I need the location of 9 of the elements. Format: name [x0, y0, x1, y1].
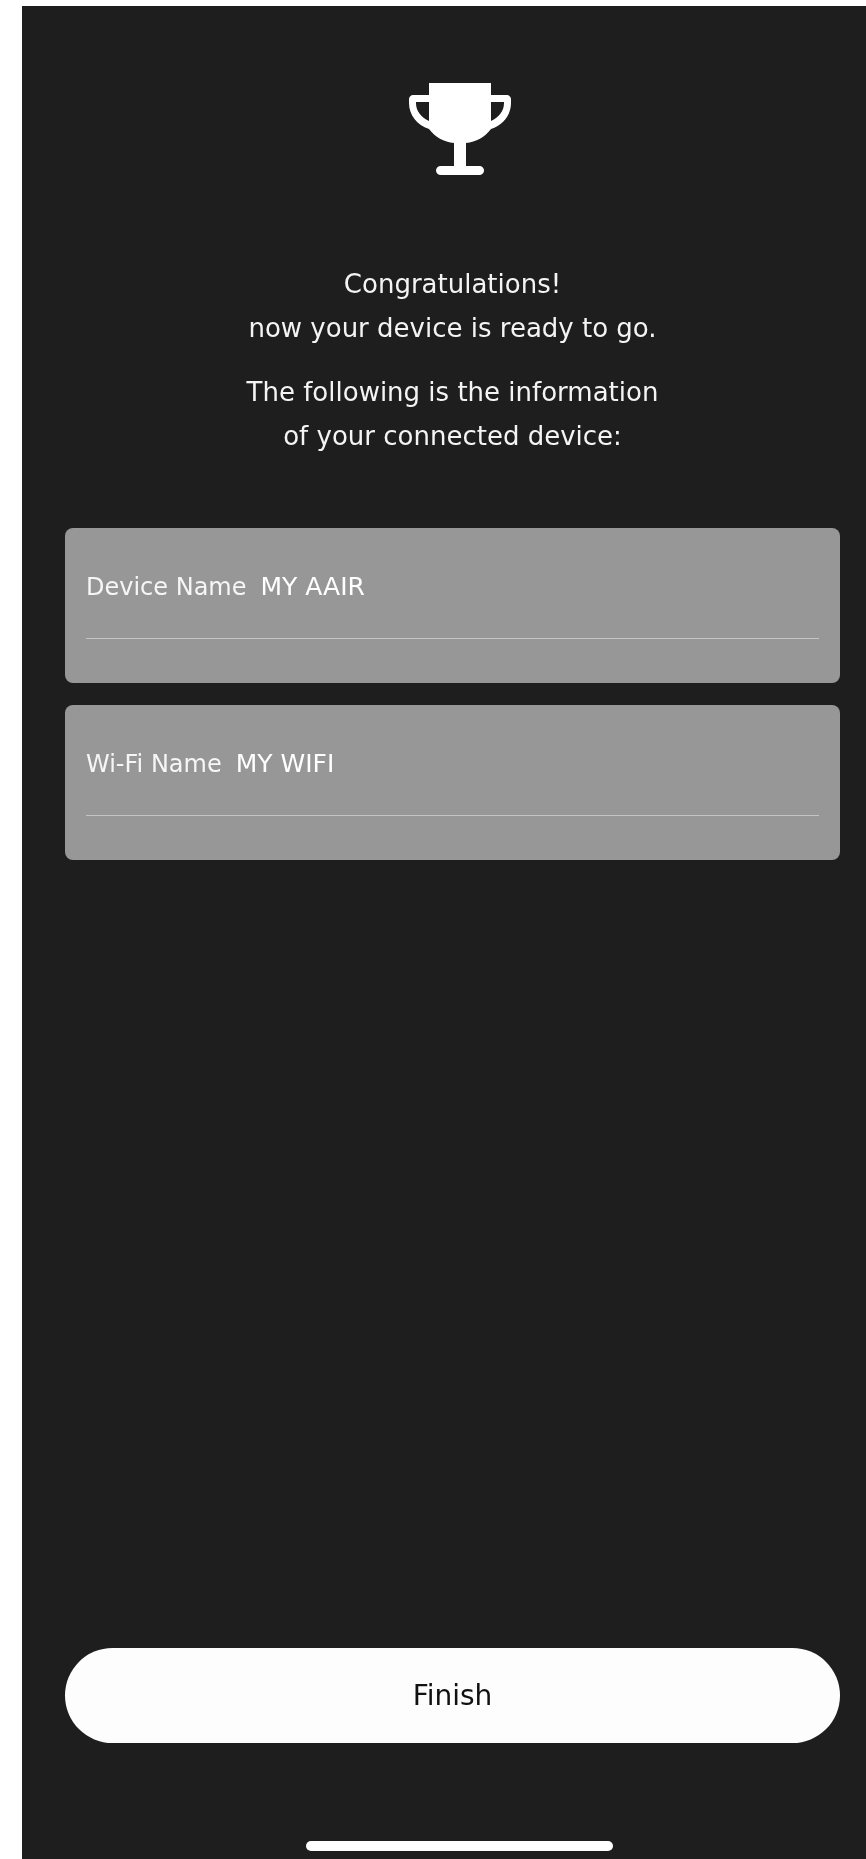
trophy-icon — [408, 83, 511, 178]
field-value: MY WIFI — [235, 749, 335, 778]
info-text: The following is the information of your connected device: — [246, 376, 659, 453]
home-indicator[interactable] — [306, 1841, 613, 1851]
field-value: MY AAIR — [260, 572, 365, 601]
field-label: Wi-Fi Name — [86, 750, 222, 778]
finish-button[interactable]: Finish — [65, 1648, 840, 1743]
congratulations-text: Congratulations! now your device is ready to go. — [248, 268, 657, 345]
field-label: Device Name — [86, 573, 247, 601]
